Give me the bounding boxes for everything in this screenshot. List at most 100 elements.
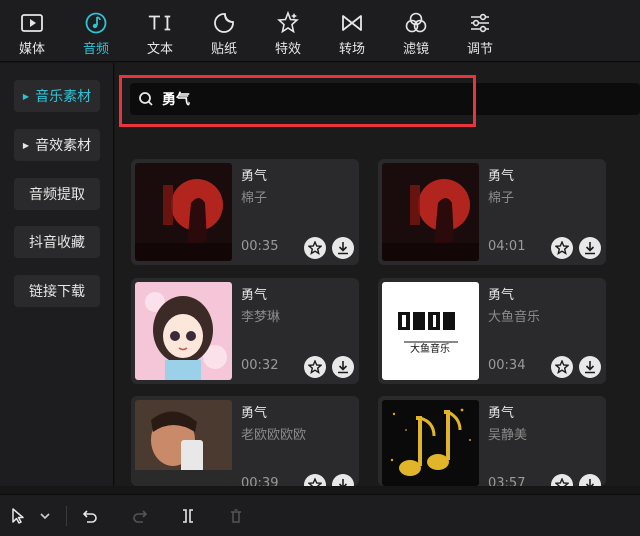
tab-label: 贴纸 bbox=[210, 42, 237, 57]
track-title: 勇气 bbox=[488, 406, 515, 421]
track-duration: 00:32 bbox=[241, 358, 279, 373]
sidebar-item-link-download[interactable]: 链接下载 bbox=[14, 275, 100, 307]
undo-button[interactable] bbox=[80, 506, 100, 526]
sidebar-item-music[interactable]: ▶ 音乐素材 bbox=[14, 80, 100, 112]
sidebar-item-label: 音乐素材 bbox=[35, 89, 92, 105]
tab-label: 滤镜 bbox=[402, 42, 429, 57]
expand-arrow-icon: ▶ bbox=[22, 91, 30, 101]
tab-adjust[interactable]: 调节 bbox=[448, 0, 512, 62]
tab-text[interactable]: 文本 bbox=[128, 0, 192, 62]
effects-icon bbox=[275, 10, 301, 36]
sidebar-item-douyin-favorites[interactable]: 抖音收藏 bbox=[14, 226, 100, 258]
split-button[interactable] bbox=[178, 506, 198, 526]
favorite-button[interactable] bbox=[304, 237, 326, 259]
star-icon bbox=[308, 241, 322, 255]
cover-image bbox=[135, 400, 232, 486]
redo-button[interactable] bbox=[130, 506, 150, 526]
download-button[interactable] bbox=[332, 474, 354, 486]
download-button[interactable] bbox=[332, 356, 354, 378]
cover-image bbox=[135, 282, 232, 380]
tool-dropdown-button[interactable] bbox=[35, 506, 55, 526]
star-icon bbox=[308, 360, 322, 374]
favorite-button[interactable] bbox=[304, 356, 326, 378]
redo-icon bbox=[133, 510, 148, 523]
favorite-button[interactable] bbox=[551, 356, 573, 378]
tab-label: 转场 bbox=[338, 42, 365, 57]
track-duration: 00:35 bbox=[241, 239, 279, 254]
track-duration: 03:57 bbox=[488, 476, 526, 486]
track-artist: 吴静美 bbox=[488, 428, 528, 443]
search-input[interactable] bbox=[162, 91, 462, 107]
tab-label: 调节 bbox=[466, 42, 493, 57]
sidebar-item-label: 音频提取 bbox=[29, 187, 85, 203]
toolbar-divider bbox=[66, 506, 67, 526]
music-card[interactable]: 勇气 李梦琳 00:32 bbox=[131, 278, 359, 384]
download-icon bbox=[585, 242, 595, 255]
tab-media[interactable]: 媒体 bbox=[0, 0, 64, 62]
tab-transition[interactable]: 转场 bbox=[320, 0, 384, 62]
download-icon bbox=[338, 479, 348, 486]
track-title: 勇气 bbox=[241, 406, 268, 421]
split-icon bbox=[183, 509, 193, 523]
track-artist: 李梦琳 bbox=[241, 310, 281, 325]
sidebar-item-sound-effects[interactable]: ▶ 音效素材 bbox=[14, 129, 100, 161]
track-duration: 00:34 bbox=[488, 358, 526, 373]
cover-image bbox=[135, 163, 232, 261]
sidebar-item-label: 音效素材 bbox=[35, 138, 92, 154]
adjust-icon bbox=[467, 10, 493, 36]
track-duration: 04:01 bbox=[488, 239, 526, 254]
sticker-icon bbox=[211, 10, 237, 36]
trash-icon bbox=[231, 509, 241, 523]
cover-image: 大鱼音乐 bbox=[382, 282, 479, 380]
top-toolbar: 媒体 音频 文本 贴纸 特效 转场 滤镜 调节 bbox=[0, 0, 640, 62]
tab-effects[interactable]: 特效 bbox=[256, 0, 320, 62]
music-card[interactable]: 勇气 棉子 04:01 bbox=[378, 159, 606, 265]
music-card[interactable]: 大鱼音乐 勇气 大鱼音乐 00:34 bbox=[378, 278, 606, 384]
track-artist: 老欧欧欧欧 bbox=[241, 428, 307, 443]
cover-image bbox=[382, 400, 479, 486]
track-duration: 00:39 bbox=[241, 476, 279, 486]
star-icon bbox=[308, 478, 322, 486]
audio-icon bbox=[83, 10, 109, 36]
star-icon bbox=[555, 360, 569, 374]
track-artist: 棉子 bbox=[241, 191, 268, 206]
undo-icon bbox=[82, 510, 97, 523]
favorite-button[interactable] bbox=[304, 474, 326, 486]
track-title: 勇气 bbox=[241, 288, 268, 303]
download-icon bbox=[585, 361, 595, 374]
tab-sticker[interactable]: 贴纸 bbox=[192, 0, 256, 62]
expand-arrow-icon: ▶ bbox=[22, 140, 30, 150]
tab-label: 音频 bbox=[82, 42, 109, 57]
tab-filter[interactable]: 滤镜 bbox=[384, 0, 448, 62]
chevron-down-icon bbox=[40, 513, 50, 520]
music-card[interactable]: 勇气 棉子 00:35 bbox=[131, 159, 359, 265]
download-button[interactable] bbox=[579, 356, 601, 378]
tab-label: 特效 bbox=[274, 42, 301, 57]
download-icon bbox=[338, 242, 348, 255]
favorite-button[interactable] bbox=[551, 237, 573, 259]
delete-button[interactable] bbox=[226, 506, 246, 526]
music-card[interactable]: 勇气 吴静美 03:57 bbox=[378, 396, 606, 486]
svg-text:大鱼音乐: 大鱼音乐 bbox=[410, 342, 450, 355]
sidebar-item-label: 链接下载 bbox=[29, 284, 85, 300]
transition-icon bbox=[339, 10, 365, 36]
media-icon bbox=[19, 10, 45, 36]
tab-audio[interactable]: 音频 bbox=[64, 0, 128, 62]
music-card[interactable]: 勇气 老欧欧欧欧 00:39 bbox=[131, 396, 359, 486]
download-button[interactable] bbox=[332, 237, 354, 259]
download-button[interactable] bbox=[579, 237, 601, 259]
track-title: 勇气 bbox=[241, 169, 268, 184]
cover-image bbox=[382, 163, 479, 261]
tab-label: 媒体 bbox=[18, 42, 45, 57]
download-button[interactable] bbox=[579, 474, 601, 486]
download-icon bbox=[585, 479, 595, 486]
select-tool-button[interactable] bbox=[8, 506, 28, 526]
favorite-button[interactable] bbox=[551, 474, 573, 486]
track-artist: 大鱼音乐 bbox=[488, 310, 541, 325]
text-icon bbox=[147, 10, 173, 36]
tab-label: 文本 bbox=[146, 42, 173, 57]
sidebar-item-audio-extract[interactable]: 音频提取 bbox=[14, 178, 100, 210]
download-icon bbox=[338, 361, 348, 374]
track-title: 勇气 bbox=[488, 288, 515, 303]
cursor-icon bbox=[12, 508, 24, 524]
